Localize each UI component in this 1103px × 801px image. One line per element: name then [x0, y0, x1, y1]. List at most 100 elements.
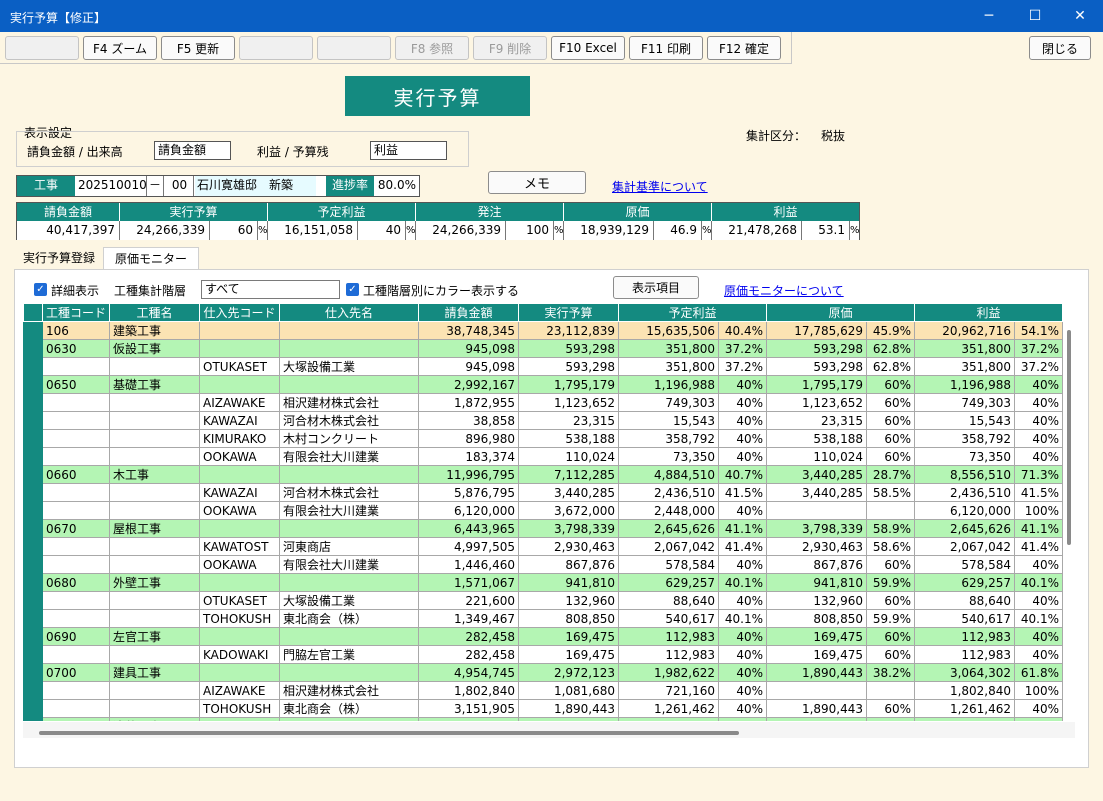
table-row[interactable]: OTUKASET 大塚設備工業 221,600 132,960 88,640 40% 132…: [23, 591, 1064, 610]
table-row[interactable]: KIMURAKO 木村コンクリート 896,980 538,188 358,792 40%…: [23, 429, 1064, 448]
col-header-cost[interactable]: 原価: [766, 303, 916, 322]
cell-profit: 749,303: [914, 393, 1016, 412]
col-header-profit[interactable]: 利益: [914, 303, 1064, 322]
cell-trade-name: [109, 501, 201, 520]
table-row[interactable]: 0680 外壁工事 1,571,067 941,810 629,257 40.1% 941,…: [23, 573, 1064, 592]
cell-planned-profit: 2,645,626: [618, 519, 720, 538]
cell-profit-pct: 61.8%: [1014, 663, 1064, 682]
level-label: 工種集計階層: [114, 284, 187, 298]
vertical-scroll-thumb[interactable]: [1067, 330, 1071, 545]
tab-budget-entry[interactable]: 実行予算登録: [16, 247, 102, 269]
cell-planned-profit-pct: 40%: [718, 645, 768, 664]
detail-checkbox[interactable]: ✓: [34, 283, 47, 296]
table-row[interactable]: KAWAZAI 河合材木株式会社 5,876,795 3,440,285 2,436,5…: [23, 483, 1064, 502]
f11-print-button[interactable]: F11 印刷: [629, 36, 703, 60]
col-header-trade-name[interactable]: 工種名: [109, 303, 201, 322]
f4-zoom-button[interactable]: F4 ズーム: [83, 36, 157, 60]
table-row[interactable]: KADOWAKI 門脇左官工業 282,458 169,475 112,983 40% 16…: [23, 645, 1064, 664]
profit-mode-select[interactable]: 利益: [370, 141, 447, 160]
table-row[interactable]: OTUKASET 大塚設備工業 945,098 593,298 351,800 37.2%…: [23, 357, 1064, 376]
table-row[interactable]: TOHOKUSH 東北商会（株） 3,151,905 1,890,443 1,261,4…: [23, 699, 1064, 718]
cell-supplier-name: 門脇左官工業: [279, 645, 420, 664]
grid-vertical-scrollbar[interactable]: [1065, 320, 1075, 720]
color-checkbox[interactable]: ✓: [346, 283, 359, 296]
table-row[interactable]: 0650 基礎工事 2,992,167 1,795,179 1,196,988 40% 1,…: [23, 375, 1064, 394]
row-selector[interactable]: [23, 483, 43, 502]
grid-horizontal-scrollbar[interactable]: [23, 722, 1075, 738]
row-selector[interactable]: [23, 411, 43, 430]
row-selector[interactable]: [23, 699, 43, 718]
row-selector[interactable]: [23, 519, 43, 538]
table-row[interactable]: 106 建築工事 38,748,345 23,112,839 15,635,506 40.…: [23, 321, 1064, 340]
contract-mode-select[interactable]: 請負金額: [154, 141, 231, 160]
criteria-link[interactable]: 集計基準について: [612, 178, 708, 195]
table-row[interactable]: 0700 建具工事 4,954,745 2,972,123 1,982,622 40% 1,…: [23, 663, 1064, 682]
f12-confirm-button[interactable]: F12 確定: [707, 36, 781, 60]
cell-trade-code: [41, 699, 111, 718]
row-selector[interactable]: [23, 321, 43, 340]
maximize-icon[interactable]: ☐: [1012, 0, 1058, 32]
close-button[interactable]: 閉じる: [1029, 36, 1091, 60]
row-selector[interactable]: [23, 663, 43, 682]
row-selector[interactable]: [23, 429, 43, 448]
row-selector[interactable]: [23, 465, 43, 484]
minimize-icon[interactable]: ─: [966, 0, 1012, 32]
table-row[interactable]: KAWATOST 河東商店 4,997,505 2,930,463 2,067,042 4…: [23, 537, 1064, 556]
project-sub-code[interactable]: 00: [166, 176, 194, 196]
row-selector[interactable]: [23, 339, 43, 358]
cell-budget: 169,475: [518, 627, 620, 646]
row-selector[interactable]: [23, 357, 43, 376]
table-row[interactable]: 0710塗装工事445,974265,500178,78440.4%265,50…: [23, 717, 1064, 721]
cell-trade-name: 屋根工事: [109, 519, 201, 538]
table-row[interactable]: TOHOKUSH 東北商会（株） 1,349,467 808,850 540,617 40…: [23, 609, 1064, 628]
col-header-supplier-code[interactable]: 仕入先コード: [199, 303, 281, 322]
col-header-planned-profit[interactable]: 予定利益: [618, 303, 768, 322]
color-label: 工種階層別にカラー表示する: [363, 284, 520, 298]
f7-button-blank[interactable]: [317, 36, 391, 60]
table-row[interactable]: 0630 仮設工事 945,098 593,298 351,800 37.2% 593,29…: [23, 339, 1064, 358]
f6-button-blank[interactable]: [239, 36, 313, 60]
row-selector[interactable]: [23, 627, 43, 646]
row-selector[interactable]: [23, 609, 43, 628]
row-selector[interactable]: [23, 717, 43, 721]
summary-header-profit: 利益: [712, 203, 859, 221]
level-select[interactable]: すべて: [201, 280, 340, 299]
table-row[interactable]: 0660 木工事 11,996,795 7,112,285 4,884,510 40.7%…: [23, 465, 1064, 484]
col-header-trade-code[interactable]: 工種コード: [41, 303, 111, 322]
table-row[interactable]: 0670 屋根工事 6,443,965 3,798,339 2,645,626 41.1%…: [23, 519, 1064, 538]
row-selector[interactable]: [23, 645, 43, 664]
table-row[interactable]: AIZAWAKE 相沢建材株式会社 1,872,955 1,123,652 749,30…: [23, 393, 1064, 412]
row-selector[interactable]: [23, 537, 43, 556]
table-row[interactable]: OOKAWA 有限会社大川建業 6,120,000 3,672,000 2,448,00…: [23, 501, 1064, 520]
col-header-budget[interactable]: 実行予算: [518, 303, 620, 322]
f5-refresh-button[interactable]: F5 更新: [161, 36, 235, 60]
cell-trade-name: [109, 681, 201, 700]
table-row[interactable]: KAWAZAI 河合材木株式会社 38,858 23,315 15,543 40% 23,3…: [23, 411, 1064, 430]
table-row[interactable]: AIZAWAKE 相沢建材株式会社 1,802,840 1,081,680 721,16…: [23, 681, 1064, 700]
col-header-supplier-name[interactable]: 仕入先名: [279, 303, 420, 322]
close-icon[interactable]: ✕: [1057, 0, 1103, 32]
row-selector[interactable]: [23, 447, 43, 466]
row-selector[interactable]: [23, 591, 43, 610]
tab-cost-monitor[interactable]: 原価モニター: [103, 247, 199, 269]
display-items-button[interactable]: 表示項目: [613, 276, 699, 299]
row-selector[interactable]: [23, 501, 43, 520]
f8-reference-button[interactable]: F8 参照: [395, 36, 469, 60]
memo-button[interactable]: メモ: [488, 171, 586, 194]
f9-delete-button[interactable]: F9 削除: [473, 36, 547, 60]
row-selector[interactable]: [23, 375, 43, 394]
col-header-contract[interactable]: 請負金額: [418, 303, 520, 322]
row-selector[interactable]: [23, 393, 43, 412]
table-row[interactable]: OOKAWA 有限会社大川建業 1,446,460 867,876 578,584 40%…: [23, 555, 1064, 574]
cell-contract: 945,098: [418, 339, 520, 358]
table-row[interactable]: 0690 左官工事 282,458 169,475 112,983 40% 169,475 6…: [23, 627, 1064, 646]
row-selector[interactable]: [23, 573, 43, 592]
cost-monitor-help-link[interactable]: 原価モニターについて: [724, 282, 844, 299]
f10-excel-button[interactable]: F10 Excel: [551, 36, 625, 60]
horizontal-scroll-thumb[interactable]: [39, 731, 739, 735]
f1-button-blank[interactable]: [5, 36, 79, 60]
row-selector[interactable]: [23, 555, 43, 574]
row-selector[interactable]: [23, 681, 43, 700]
project-code[interactable]: 2025100100: [77, 176, 147, 196]
table-row[interactable]: OOKAWA 有限会社大川建業 183,374 110,024 73,350 40% 110…: [23, 447, 1064, 466]
